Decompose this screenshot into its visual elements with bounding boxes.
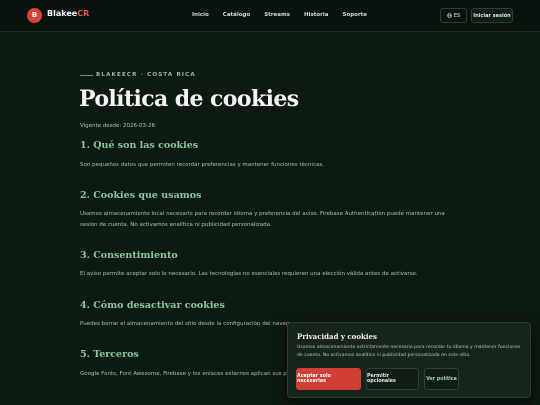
- accept-necessary-button[interactable]: Aceptar solo necesarias: [296, 368, 361, 390]
- section-body-1: Son pequeños datos que permiten recordar…: [80, 162, 324, 168]
- effective-date: Vigente desde: 2026-03-26: [80, 123, 155, 129]
- nav-catalogo[interactable]: Catálogo: [223, 12, 250, 18]
- logo-name: Blakee: [47, 9, 78, 18]
- section-heading-4: 4. Cómo desactivar cookies: [80, 300, 225, 311]
- allow-optional-button[interactable]: Permitir opcionales: [366, 368, 419, 390]
- logo-text[interactable]: BlakeeCR: [47, 9, 89, 18]
- language-label: ES: [453, 12, 461, 19]
- section-heading-2: 2. Cookies que usamos: [80, 190, 202, 201]
- eyebrow: BLAKEECR · COSTA RICA: [80, 72, 196, 78]
- eyebrow-text: BLAKEECR · COSTA RICA: [96, 72, 196, 78]
- nav-streams[interactable]: Streams: [264, 12, 290, 18]
- section-body-3: El aviso permite aceptar solo lo necesar…: [80, 271, 418, 277]
- section-heading-1: 1. Qué son las cookies: [80, 140, 199, 151]
- site-header: B BlakeeCR Inicio Catálogo Streams Histo…: [0, 0, 540, 32]
- cookie-banner: Privacidad y cookies Usamos almacenamien…: [287, 322, 531, 398]
- globe-icon: [447, 13, 452, 18]
- cookie-banner-text: Usamos almacenamiento estrictamente nece…: [297, 345, 521, 358]
- main-nav: Inicio Catálogo Streams Historia Soporte: [192, 12, 381, 18]
- cookie-banner-title: Privacidad y cookies: [297, 332, 377, 341]
- nav-historia[interactable]: Historia: [304, 12, 328, 18]
- nav-soporte[interactable]: Soporte: [342, 12, 367, 18]
- language-button[interactable]: ES: [440, 8, 467, 23]
- logo-accent: CR: [77, 9, 90, 18]
- section-heading-3: 3. Consentimiento: [80, 250, 178, 261]
- nav-inicio[interactable]: Inicio: [192, 12, 209, 18]
- section-body-2: Usamos almacenamiento local necesario pa…: [80, 211, 445, 228]
- page-title: Política de cookies: [79, 86, 299, 112]
- eyebrow-line: [80, 74, 93, 76]
- view-policy-button[interactable]: Ver política: [424, 368, 459, 390]
- section-heading-5: 5. Terceros: [80, 349, 139, 360]
- login-button[interactable]: Iniciar sesión: [471, 8, 513, 23]
- logo-badge[interactable]: B: [27, 8, 42, 23]
